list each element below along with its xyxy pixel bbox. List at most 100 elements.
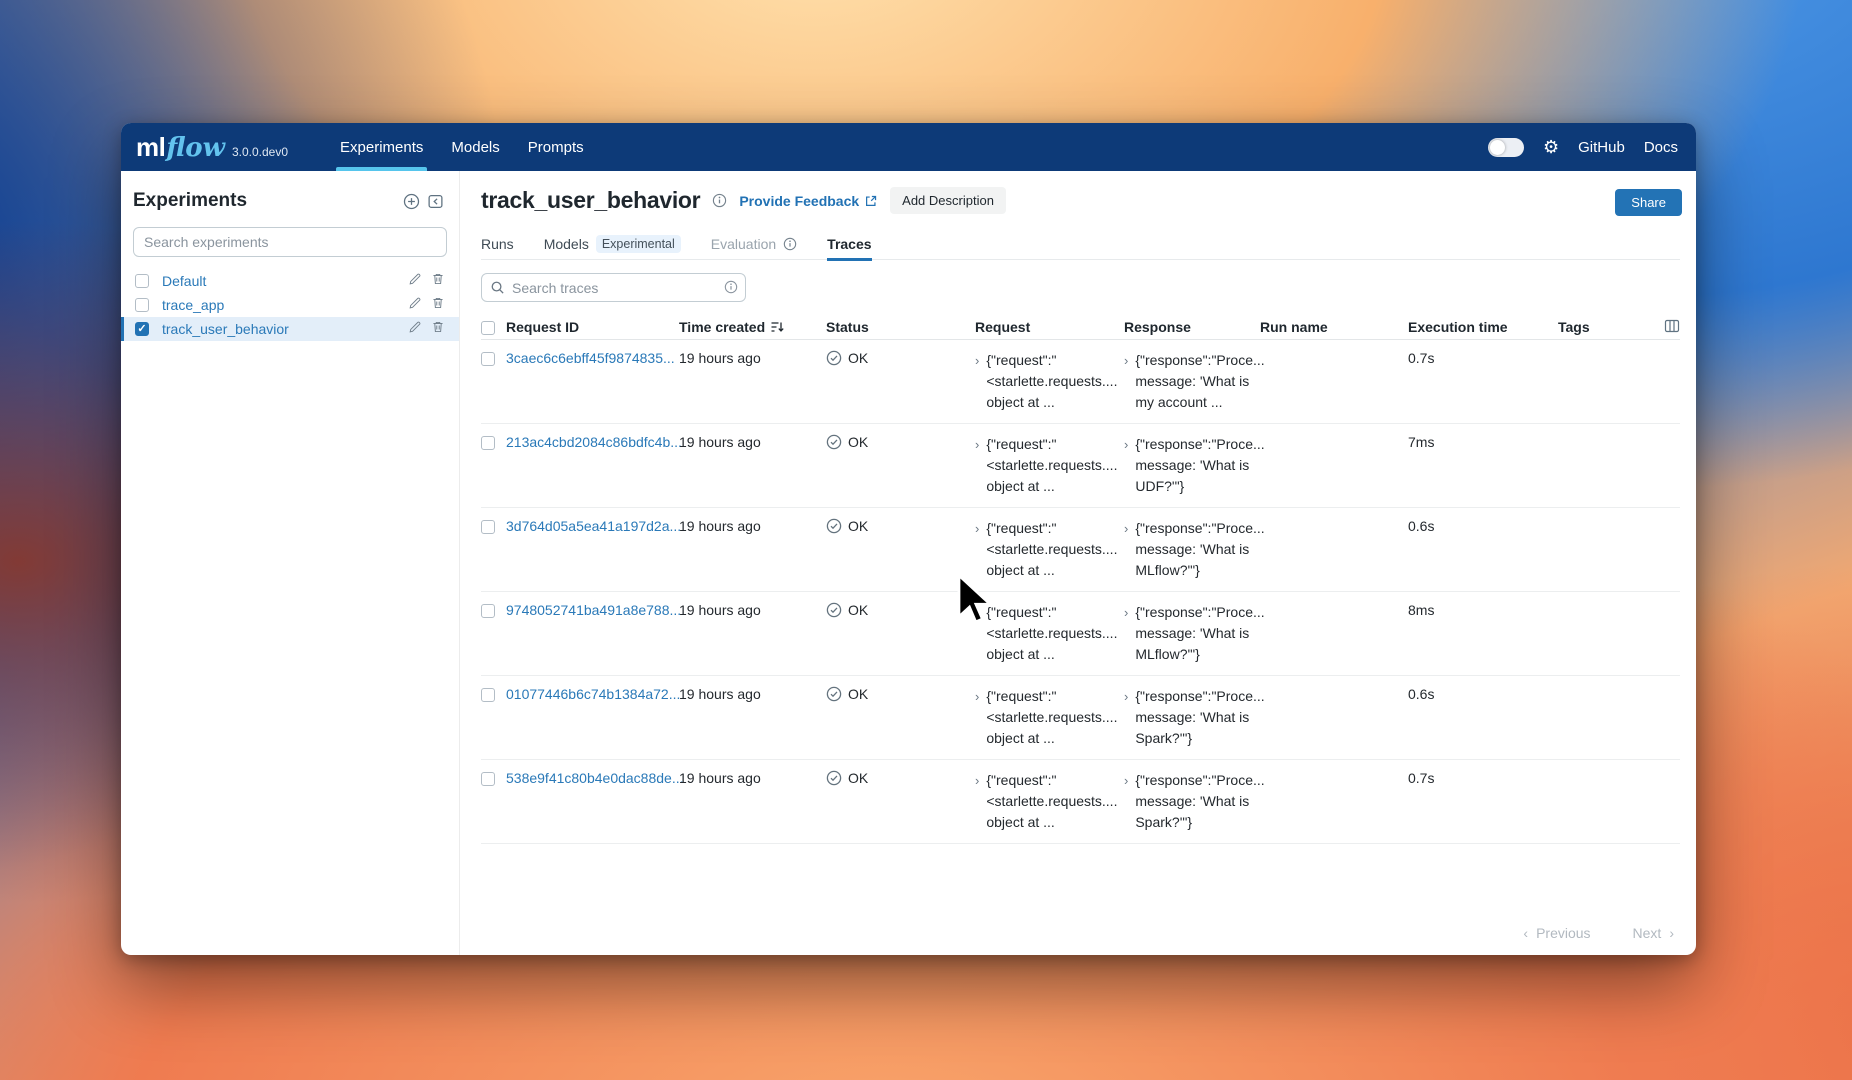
- table-row: 01077446b6c74b1384a72... 19 hours ago OK…: [481, 676, 1680, 760]
- sidebar-item-trace-app[interactable]: trace_app: [121, 293, 459, 317]
- add-description-button[interactable]: Add Description: [890, 187, 1006, 214]
- logo-ml-text: ml: [136, 131, 166, 162]
- row-checkbox[interactable]: [481, 436, 495, 450]
- expand-chevron-icon[interactable]: ›: [1124, 686, 1128, 749]
- previous-page-button[interactable]: ‹ Previous: [1523, 925, 1590, 941]
- expand-chevron-icon[interactable]: ›: [975, 434, 979, 497]
- next-label: Next: [1632, 925, 1662, 941]
- edit-pencil-icon[interactable]: [408, 272, 422, 291]
- tab-models[interactable]: Models Experimental: [544, 228, 681, 260]
- col-run-name[interactable]: Run name: [1260, 319, 1408, 335]
- delete-trash-icon[interactable]: [431, 296, 445, 315]
- search-info-icon[interactable]: [724, 280, 738, 299]
- experiment-name[interactable]: track_user_behavior: [162, 321, 408, 337]
- experiment-checkbox[interactable]: [135, 274, 149, 288]
- edit-pencil-icon[interactable]: [408, 320, 422, 339]
- nav-models[interactable]: Models: [437, 123, 513, 171]
- execution-time-cell: 0.6s: [1408, 686, 1435, 702]
- request-id-link[interactable]: 213ac4cbd2084c86bdfc4b...: [506, 434, 682, 450]
- row-checkbox[interactable]: [481, 352, 495, 366]
- time-created-cell: 19 hours ago: [679, 602, 761, 618]
- response-preview: › {"response":"Proce... message: 'What is S…: [1124, 686, 1265, 749]
- delete-trash-icon[interactable]: [431, 272, 445, 291]
- sort-descending-icon[interactable]: [770, 320, 784, 334]
- info-icon[interactable]: [712, 193, 727, 208]
- status-ok-icon: [826, 602, 842, 618]
- request-preview: › {"request":" <starlette.requests.... obje…: [975, 686, 1124, 749]
- sidebar-item-default[interactable]: Default: [121, 269, 459, 293]
- sidebar-item-track-user-behavior[interactable]: ✓ track_user_behavior: [121, 317, 459, 341]
- request-id-link[interactable]: 3caec6c6ebff45f9874835...: [506, 350, 675, 366]
- row-checkbox[interactable]: [481, 520, 495, 534]
- request-preview: › {"request":" <starlette.requests.... obje…: [975, 602, 1124, 665]
- main-content: track_user_behavior Provide Feedback Add…: [460, 171, 1696, 955]
- column-settings-icon[interactable]: [1664, 318, 1680, 339]
- top-navbar: ml flow 3.0.0.dev0 Experiments Models Pro…: [121, 123, 1696, 171]
- provide-feedback-link[interactable]: Provide Feedback: [739, 193, 878, 209]
- row-checkbox[interactable]: [481, 688, 495, 702]
- tab-runs[interactable]: Runs: [481, 228, 514, 260]
- toggle-knob: [1489, 139, 1505, 155]
- experiment-name[interactable]: Default: [162, 273, 408, 289]
- response-preview: › {"response":"Proce... message: 'What is M…: [1124, 518, 1265, 581]
- expand-chevron-icon[interactable]: ›: [975, 518, 979, 581]
- nav-prompts[interactable]: Prompts: [514, 123, 598, 171]
- expand-chevron-icon[interactable]: ›: [975, 350, 979, 413]
- request-id-link[interactable]: 9748052741ba491a8e788...: [506, 602, 681, 618]
- row-checkbox[interactable]: [481, 772, 495, 786]
- expand-chevron-icon[interactable]: ›: [1124, 770, 1128, 833]
- expand-chevron-icon[interactable]: ›: [1124, 602, 1128, 665]
- experiments-sidebar: Experiments Default: [121, 171, 460, 955]
- expand-chevron-icon[interactable]: ›: [1124, 434, 1128, 497]
- experiment-checkbox[interactable]: [135, 298, 149, 312]
- request-id-link[interactable]: 538e9f41c80b4e0dac88de...: [506, 770, 684, 786]
- search-experiments-input[interactable]: [133, 227, 447, 257]
- tab-label: Runs: [481, 235, 514, 252]
- expand-chevron-icon[interactable]: ›: [1124, 350, 1128, 413]
- theme-toggle[interactable]: [1487, 137, 1524, 157]
- execution-time-cell: 0.6s: [1408, 518, 1435, 534]
- request-id-link[interactable]: 3d764d05a5ea41a197d2a...: [506, 518, 681, 534]
- expand-chevron-icon[interactable]: ›: [975, 770, 979, 833]
- logo-flow-text: flow: [166, 132, 225, 163]
- tab-traces[interactable]: Traces: [827, 228, 872, 261]
- experiment-name[interactable]: trace_app: [162, 297, 408, 313]
- expand-chevron-icon[interactable]: ›: [975, 686, 979, 749]
- response-preview: › {"response":"Proce... message: 'What is S…: [1124, 770, 1265, 833]
- experiment-checkbox-checked[interactable]: ✓: [135, 322, 149, 336]
- execution-time-cell: 0.7s: [1408, 350, 1435, 366]
- sidebar-title: Experiments: [133, 190, 248, 211]
- col-request[interactable]: Request: [975, 319, 1124, 335]
- next-page-button[interactable]: Next ›: [1633, 925, 1674, 941]
- row-checkbox[interactable]: [481, 604, 495, 618]
- col-tags[interactable]: Tags: [1558, 319, 1680, 335]
- select-all-checkbox[interactable]: [481, 320, 495, 335]
- col-status[interactable]: Status: [826, 319, 975, 335]
- edit-pencil-icon[interactable]: [408, 296, 422, 315]
- col-execution-time[interactable]: Execution time: [1408, 319, 1558, 335]
- table-row: 213ac4cbd2084c86bdfc4b... 19 hours ago O…: [481, 424, 1680, 508]
- share-button[interactable]: Share: [1615, 189, 1682, 216]
- col-response[interactable]: Response: [1124, 319, 1260, 335]
- chevron-right-icon: ›: [1669, 925, 1674, 941]
- collapse-sidebar-icon[interactable]: [423, 189, 447, 213]
- delete-trash-icon[interactable]: [431, 320, 445, 339]
- request-id-link[interactable]: 01077446b6c74b1384a72...: [506, 686, 680, 702]
- table-row: 3caec6c6ebff45f9874835... 19 hours ago O…: [481, 340, 1680, 424]
- gear-icon[interactable]: ⚙: [1543, 138, 1559, 156]
- time-created-cell: 19 hours ago: [679, 686, 761, 702]
- nav-experiments[interactable]: Experiments: [326, 123, 437, 171]
- new-experiment-icon[interactable]: [399, 189, 423, 213]
- expand-chevron-icon[interactable]: ›: [1124, 518, 1128, 581]
- table-row: 538e9f41c80b4e0dac88de... 19 hours ago O…: [481, 760, 1680, 844]
- tab-label: Evaluation: [710, 235, 777, 252]
- col-time-created[interactable]: Time created: [679, 319, 826, 335]
- expand-chevron-icon[interactable]: ›: [975, 602, 979, 665]
- search-traces-input[interactable]: [481, 273, 746, 302]
- experiment-actions: [408, 296, 445, 315]
- response-preview: › {"response":"Proce... message: 'What is m…: [1124, 350, 1265, 413]
- col-request-id[interactable]: Request ID: [506, 319, 679, 335]
- github-link[interactable]: GitHub: [1578, 139, 1625, 156]
- docs-link[interactable]: Docs: [1644, 139, 1678, 156]
- tab-evaluation[interactable]: Evaluation: [711, 228, 797, 260]
